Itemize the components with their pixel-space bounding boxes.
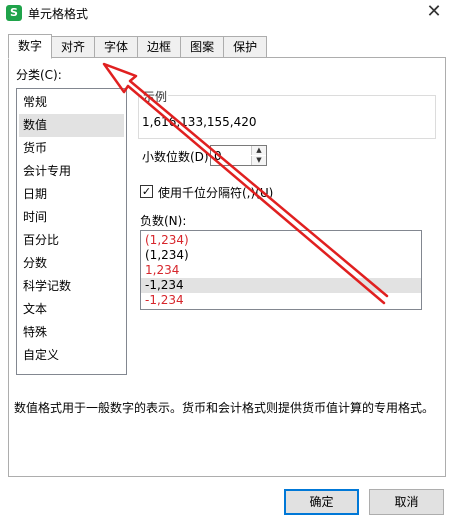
decimal-places-label: 小数位数(D):	[142, 150, 213, 164]
negative-item[interactable]: 1,234	[141, 263, 421, 278]
window-title: 单元格格式	[28, 7, 89, 21]
thousands-separator-label[interactable]: 使用千位分隔符(,)(U)	[158, 184, 273, 201]
category-item-time[interactable]: 时间	[19, 206, 124, 229]
category-item-number[interactable]: 数值	[19, 114, 124, 137]
category-item-percentage[interactable]: 百分比	[19, 229, 124, 252]
tab-font[interactable]: 字体	[95, 36, 139, 58]
category-list[interactable]: 常规 数值 货币 会计专用 日期 时间 百分比 分数 科学记数 文本 特殊 自定…	[16, 88, 127, 375]
spin-down-icon[interactable]: ▼	[251, 156, 266, 165]
tab-strip: 数字 对齐 字体 边框 图案 保护	[8, 34, 268, 59]
tab-border[interactable]: 边框	[138, 36, 182, 58]
category-item-fraction[interactable]: 分数	[19, 252, 124, 275]
category-item-accounting[interactable]: 会计专用	[19, 160, 124, 183]
category-item-scientific[interactable]: 科学记数	[19, 275, 124, 298]
category-item-date[interactable]: 日期	[19, 183, 124, 206]
spin-up-icon[interactable]: ▲	[251, 146, 266, 155]
tab-pattern[interactable]: 图案	[181, 36, 225, 58]
negative-item[interactable]: (1,234)	[141, 248, 421, 263]
category-label: 分类(C):	[16, 68, 62, 82]
negative-item[interactable]: -1,234	[141, 278, 421, 293]
format-description: 数值格式用于一般数字的表示。货币和会计格式则提供货币值计算的专用格式。	[14, 401, 435, 415]
close-icon[interactable]: ✕	[422, 2, 446, 24]
tab-number[interactable]: 数字	[8, 34, 53, 59]
title-bar: S 单元格格式 ✕	[0, 0, 454, 28]
wps-spreadsheet-icon: S	[6, 5, 22, 21]
tab-protection[interactable]: 保护	[224, 36, 268, 58]
negative-item[interactable]: (1,234)	[141, 233, 421, 248]
tab-alignment[interactable]: 对齐	[52, 36, 96, 58]
negative-item[interactable]: -1,234	[141, 293, 421, 308]
sample-value: 1,616,133,155,420	[142, 115, 257, 129]
category-item-text[interactable]: 文本	[19, 298, 124, 321]
category-item-general[interactable]: 常规	[19, 91, 124, 114]
category-item-currency[interactable]: 货币	[19, 137, 124, 160]
negative-numbers-list[interactable]: (1,234) (1,234) 1,234 -1,234 -1,234	[140, 230, 422, 310]
checkmark-icon: ✓	[141, 185, 152, 198]
negative-numbers-label: 负数(N):	[140, 214, 187, 228]
category-item-custom[interactable]: 自定义	[19, 344, 124, 367]
sample-label: 示例	[142, 88, 169, 105]
cancel-button[interactable]: 取消	[369, 489, 444, 515]
thousands-separator-checkbox[interactable]: ✓	[140, 185, 153, 198]
ok-button[interactable]: 确定	[284, 489, 359, 515]
category-item-special[interactable]: 特殊	[19, 321, 124, 344]
